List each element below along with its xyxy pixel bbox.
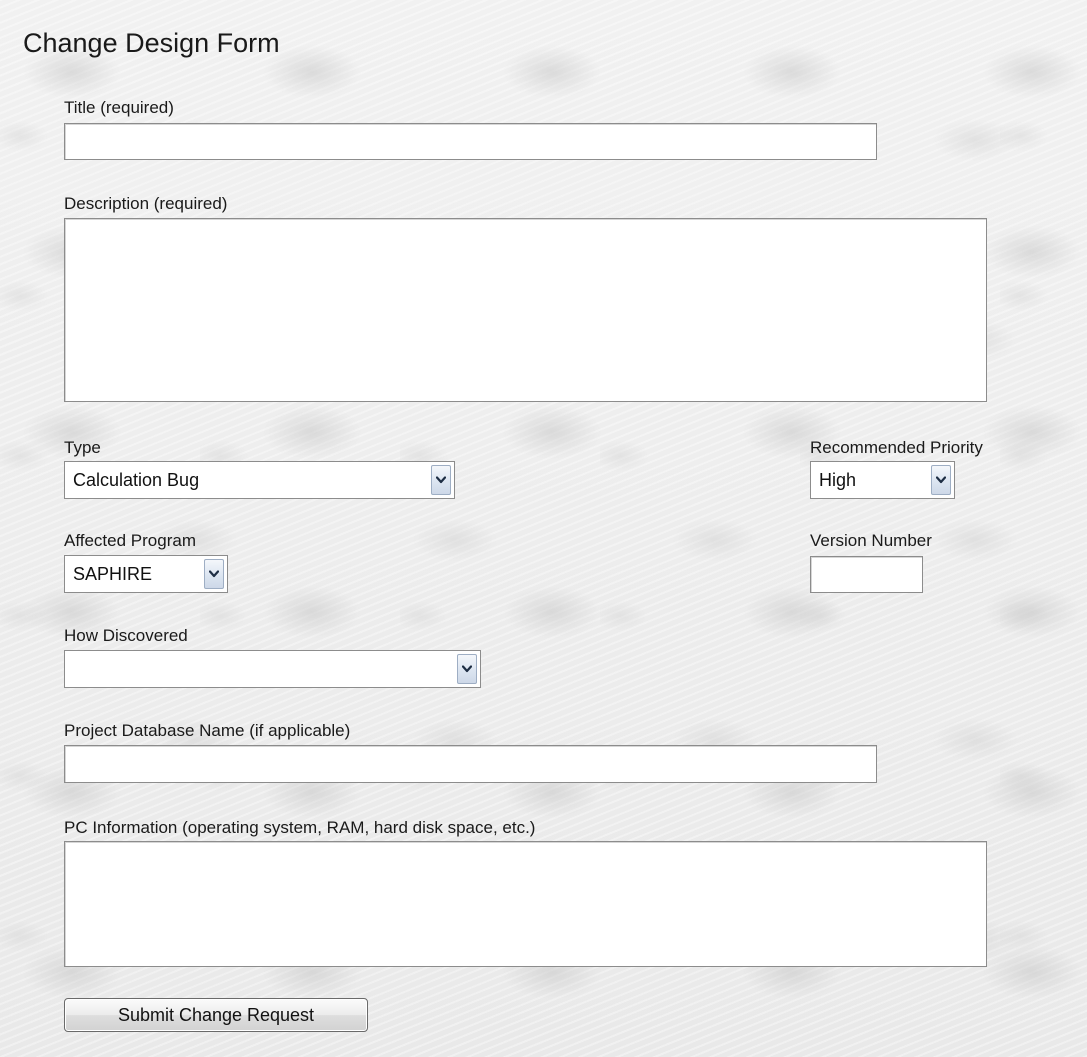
pc-information-label: PC Information (operating system, RAM, h… (64, 818, 536, 837)
type-label: Type (64, 438, 101, 457)
pc-information-textarea[interactable] (64, 841, 987, 967)
page-title: Change Design Form (23, 28, 280, 58)
version-number-input[interactable] (810, 556, 923, 593)
description-textarea[interactable] (64, 218, 987, 402)
recommended-priority-select-value: High (819, 469, 857, 490)
type-select[interactable]: Calculation Bug (64, 461, 455, 499)
description-label: Description (required) (64, 194, 228, 213)
chevron-down-icon[interactable] (431, 465, 451, 495)
how-discovered-label: How Discovered (64, 626, 188, 645)
type-select-value: Calculation Bug (73, 469, 200, 490)
recommended-priority-select[interactable]: High (810, 461, 955, 499)
title-label: Title (required) (64, 98, 174, 117)
project-database-name-input[interactable] (64, 745, 877, 783)
chevron-down-icon[interactable] (204, 559, 224, 589)
version-number-label: Version Number (810, 531, 932, 550)
affected-program-select-value: SAPHIRE (73, 563, 153, 584)
recommended-priority-label: Recommended Priority (810, 438, 983, 457)
chevron-down-icon[interactable] (457, 654, 477, 684)
chevron-down-icon[interactable] (931, 465, 951, 495)
project-database-name-label: Project Database Name (if applicable) (64, 721, 351, 740)
affected-program-select[interactable]: SAPHIRE (64, 555, 228, 593)
affected-program-label: Affected Program (64, 531, 196, 550)
title-input[interactable] (64, 123, 877, 160)
how-discovered-select[interactable] (64, 650, 481, 688)
submit-change-request-button[interactable]: Submit Change Request (64, 998, 368, 1032)
